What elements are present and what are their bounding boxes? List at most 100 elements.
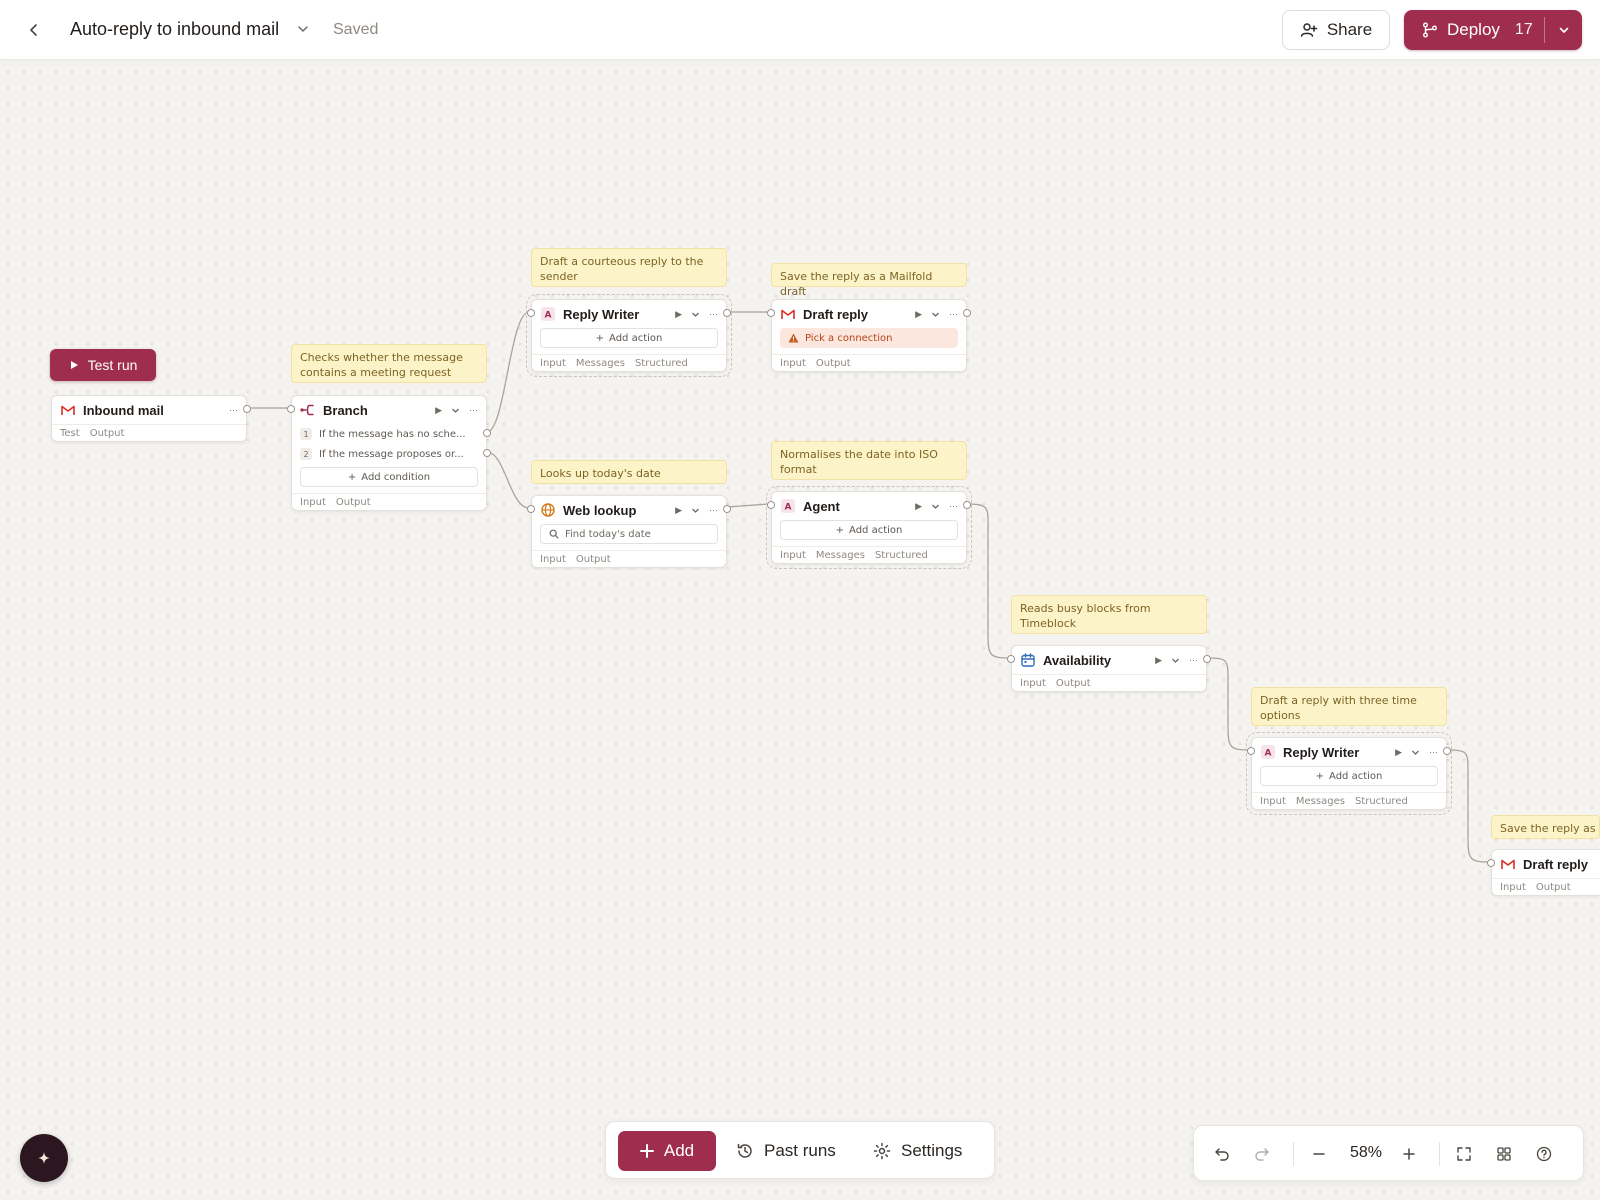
tab-input[interactable]: Input [1020,678,1046,689]
node-reply-writer[interactable]: A Reply Writer ▶ ··· + Add action Input … [526,294,732,377]
condition-row[interactable]: 1 If the message has no sche... [300,424,478,444]
tab-structured[interactable]: Structured [1355,796,1408,807]
node-agent[interactable]: A Agent ▶ ··· + Add action Input Message… [766,486,972,569]
past-runs-button[interactable]: Past runs [736,1131,836,1171]
back-button[interactable] [22,18,46,42]
deploy-button[interactable]: Deploy 17 [1404,10,1582,50]
note-draft-reply-2[interactable]: Save the reply as a [1491,815,1600,839]
tab-input[interactable]: Input [300,497,326,508]
node-draft-reply-2[interactable]: Draft reply Input Output [1487,849,1600,896]
note-reply-writer-2[interactable]: Draft a reply with three time options [1251,687,1447,726]
share-button[interactable]: Share [1282,10,1390,50]
tab-output[interactable]: Output [336,497,371,508]
tab-messages[interactable]: Messages [816,550,865,561]
more-icon[interactable]: ··· [949,309,958,319]
tab-input[interactable]: Input [780,358,806,369]
tab-structured[interactable]: Structured [875,550,928,561]
output-port[interactable] [723,309,731,317]
tab-input[interactable]: Input [1500,882,1526,893]
add-action-button[interactable]: + Add action [1260,766,1438,786]
run-node-icon[interactable]: ▶ [915,309,922,320]
deploy-options-button[interactable] [1545,10,1582,50]
tab-input[interactable]: Input [540,358,566,369]
note-branch[interactable]: Checks whether the message contains a me… [291,344,487,383]
input-port[interactable] [1247,747,1255,755]
more-icon[interactable]: ··· [229,405,238,415]
tab-structured[interactable]: Structured [635,358,688,369]
tab-output[interactable]: Output [1536,882,1571,893]
undo-button[interactable] [1208,1140,1236,1168]
add-action-button[interactable]: + Add action [540,328,718,348]
run-node-icon[interactable]: ▶ [675,505,682,516]
node-header[interactable]: Branch ▶ ··· [292,396,486,424]
more-icon[interactable]: ··· [709,309,718,319]
deploy-main-action[interactable]: Deploy 17 [1404,10,1544,50]
node-availability[interactable]: Availability ▶ ··· Input Output [1007,645,1211,692]
tab-output[interactable]: Output [816,358,851,369]
output-port[interactable] [243,405,251,413]
condition-1-port[interactable] [483,429,491,437]
node-header[interactable]: Availability ▶ ··· [1012,646,1206,674]
node-header[interactable]: Web lookup ▶ ··· [532,496,726,524]
chevron-down-icon[interactable] [451,406,460,415]
run-node-icon[interactable]: ▶ [1155,655,1162,666]
tab-test[interactable]: Test [60,428,80,439]
condition-2-port[interactable] [483,449,491,457]
tab-input[interactable]: Input [540,554,566,565]
chevron-down-icon[interactable] [931,502,940,511]
tab-messages[interactable]: Messages [1296,796,1345,807]
note-reply-writer[interactable]: Draft a courteous reply to the sender [531,248,727,287]
node-branch[interactable]: Branch ▶ ··· 1 If the message has no sch… [287,395,491,511]
search-query-field[interactable]: Find today's date [540,524,718,544]
node-header[interactable]: Inbound mail ··· [52,396,246,424]
help-button[interactable] [1530,1140,1558,1168]
output-port[interactable] [963,501,971,509]
redo-button[interactable] [1248,1140,1276,1168]
output-port[interactable] [963,309,971,317]
run-node-icon[interactable]: ▶ [915,501,922,512]
tab-output[interactable]: Output [1056,678,1091,689]
more-icon[interactable]: ··· [709,505,718,515]
minimap-button[interactable] [1490,1140,1518,1168]
output-port[interactable] [1203,655,1211,663]
note-agent[interactable]: Normalises the date into ISO format [771,441,967,480]
chevron-down-icon[interactable] [1171,656,1180,665]
more-icon[interactable]: ··· [1189,655,1198,665]
node-header[interactable]: Draft reply ▶ ··· [772,300,966,328]
zoom-out-button[interactable] [1305,1140,1333,1168]
node-header[interactable]: Draft reply [1492,850,1600,878]
input-port[interactable] [767,501,775,509]
input-port[interactable] [1487,859,1495,867]
node-header[interactable]: A Reply Writer ▶ ··· [532,300,726,328]
input-port[interactable] [1007,655,1015,663]
run-node-icon[interactable]: ▶ [435,405,442,416]
tab-input[interactable]: Input [1260,796,1286,807]
note-availability[interactable]: Reads busy blocks from Timeblock [1011,595,1207,634]
output-port[interactable] [1443,747,1451,755]
node-draft-reply[interactable]: Draft reply ▶ ··· Pick a connection Inpu… [767,299,971,372]
zoom-level[interactable]: 58% [1346,1144,1386,1162]
fit-view-button[interactable] [1450,1140,1478,1168]
chevron-down-icon[interactable] [691,506,700,515]
more-icon[interactable]: ··· [1429,747,1438,757]
node-header[interactable]: A Agent ▶ ··· [772,492,966,520]
add-condition-button[interactable]: + Add condition [300,467,478,487]
tab-input[interactable]: Input [780,550,806,561]
node-inbound-mail[interactable]: Inbound mail ··· Test Output [51,395,251,442]
chevron-down-icon[interactable] [931,310,940,319]
chevron-down-icon[interactable] [1411,748,1420,757]
zoom-in-button[interactable] [1395,1140,1423,1168]
node-web-lookup[interactable]: Web lookup ▶ ··· Find today's date Input… [527,495,731,568]
ai-assistant-button[interactable] [20,1134,68,1182]
more-icon[interactable]: ··· [949,501,958,511]
input-port[interactable] [767,309,775,317]
test-run-button[interactable]: Test run [50,349,156,381]
input-port[interactable] [527,505,535,513]
add-node-button[interactable]: Add [618,1131,716,1171]
pick-connection-warning[interactable]: Pick a connection [780,328,958,348]
more-icon[interactable]: ··· [469,405,478,415]
node-reply-writer-2[interactable]: A Reply Writer ▶ ··· + Add action Input … [1246,732,1452,815]
output-port[interactable] [723,505,731,513]
input-port[interactable] [527,309,535,317]
input-port[interactable] [287,405,295,413]
